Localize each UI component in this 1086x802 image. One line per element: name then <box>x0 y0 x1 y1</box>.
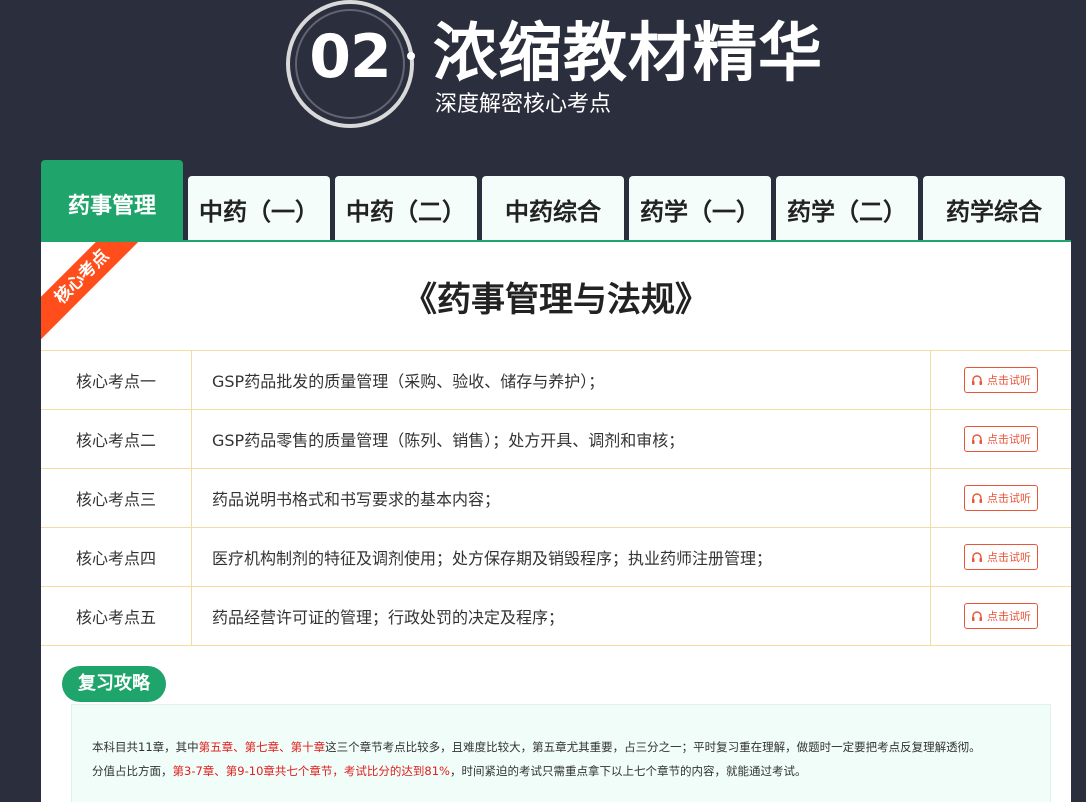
review-strategy-tag: 复习攻略 <box>62 666 166 702</box>
hero-number: 02 <box>309 22 392 92</box>
headphones-icon <box>972 434 982 444</box>
point-label: 核心考点二 <box>41 409 192 469</box>
listen-label: 点击试听 <box>987 551 1031 564</box>
listen-label: 点击试听 <box>987 610 1031 623</box>
hero-title: 浓缩教材精华 <box>433 17 823 91</box>
point-label: 核心考点三 <box>41 468 192 528</box>
highlight-chapters: 第五章、第七章、第十章 <box>198 740 326 754</box>
point-desc: 医疗机构制剂的特征及调剂使用；处方保存期及销毁程序；执业药师注册管理； <box>191 527 931 587</box>
panel-title: 《药事管理与法规》 <box>403 280 709 320</box>
table-row: 核心考点三 药品说明书格式和书写要求的基本内容； 点击试听 <box>41 468 1071 528</box>
point-desc: GSP药品批发的质量管理（采购、验收、储存与养护）； <box>191 350 931 410</box>
subject-tabs: 药事管理 中药（一） 中药（二） 中药综合 药学（一） 药学（二） 药学综合 <box>41 160 1071 242</box>
review-line-2: 分值占比方面，第3-7章、第9-10章共七个章节，考试比分的达到81%，时间紧迫… <box>92 764 807 778</box>
tab-yaoxue-2[interactable]: 药学（二） <box>776 176 918 242</box>
point-desc: 药品经营许可证的管理；行政处罚的决定及程序； <box>191 586 931 646</box>
listen-button[interactable]: 点击试听 <box>964 603 1038 629</box>
tab-zhongyao-zonghe[interactable]: 中药综合 <box>482 176 624 242</box>
listen-label: 点击试听 <box>987 433 1031 446</box>
point-label: 核心考点四 <box>41 527 192 587</box>
tab-yaoxue-zonghe[interactable]: 药学综合 <box>923 176 1065 242</box>
tab-yaoxue-1[interactable]: 药学（一） <box>629 176 771 242</box>
headphones-icon <box>972 611 982 621</box>
point-label: 核心考点五 <box>41 586 192 646</box>
point-desc: GSP药品零售的质量管理（陈列、销售）；处方开具、调剂和审核； <box>191 409 931 469</box>
table-row: 核心考点四 医疗机构制剂的特征及调剂使用；处方保存期及销毁程序；执业药师注册管理… <box>41 527 1071 587</box>
headphones-icon <box>972 375 982 385</box>
listen-button[interactable]: 点击试听 <box>964 367 1038 393</box>
highlight-score: 第3-7章、第9-10章共七个章节，考试比分的达到81% <box>172 764 450 778</box>
point-desc: 药品说明书格式和书写要求的基本内容； <box>191 468 931 528</box>
table-row: 核心考点五 药品经营许可证的管理；行政处罚的决定及程序； 点击试听 <box>41 586 1071 646</box>
hero-header: 02 浓缩教材精华 深度解密核心考点 <box>0 0 1086 160</box>
listen-label: 点击试听 <box>987 374 1031 387</box>
point-label: 核心考点一 <box>41 350 192 410</box>
headphones-icon <box>972 493 982 503</box>
listen-button[interactable]: 点击试听 <box>964 544 1038 570</box>
listen-label: 点击试听 <box>987 492 1031 505</box>
review-line-1: 本科目共11章，其中第五章、第七章、第十章这三个章节考点比较多，且难度比较大，第… <box>92 740 981 754</box>
listen-button[interactable]: 点击试听 <box>964 485 1038 511</box>
tab-zhongyao-1[interactable]: 中药（一） <box>188 176 330 242</box>
headphones-icon <box>972 552 982 562</box>
hero-subtitle: 深度解密核心考点 <box>435 92 612 117</box>
tab-zhongyao-2[interactable]: 中药（二） <box>335 176 477 242</box>
listen-button[interactable]: 点击试听 <box>964 426 1038 452</box>
review-strategy-box: 本科目共11章，其中第五章、第七章、第十章这三个章节考点比较多，且难度比较大，第… <box>71 704 1051 802</box>
core-points-table: 核心考点一 GSP药品批发的质量管理（采购、验收、储存与养护）； 点击试听 核心… <box>41 350 1071 646</box>
content-panel: 核心考点 《药事管理与法规》 核心考点一 GSP药品批发的质量管理（采购、验收、… <box>41 242 1071 802</box>
table-row: 核心考点一 GSP药品批发的质量管理（采购、验收、储存与养护）； 点击试听 <box>41 350 1071 410</box>
table-row: 核心考点二 GSP药品零售的质量管理（陈列、销售）；处方开具、调剂和审核； 点击… <box>41 409 1071 469</box>
tab-yaoshi-guanli[interactable]: 药事管理 <box>41 160 183 242</box>
